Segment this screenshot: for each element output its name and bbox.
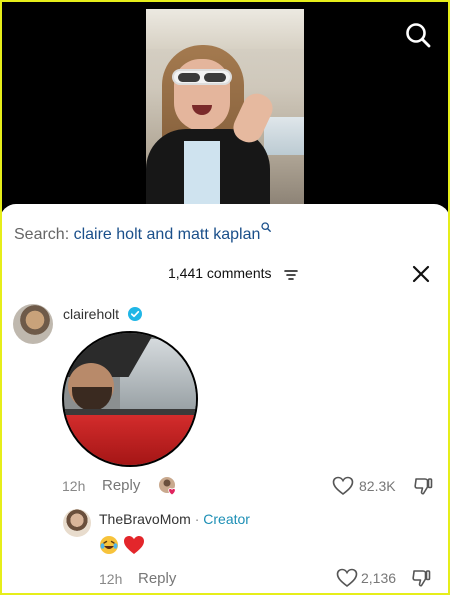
liked-by-creator-icon — [159, 477, 176, 496]
sticker-car-body — [64, 415, 196, 465]
close-icon[interactable] — [412, 265, 430, 283]
comment-time: 12h — [62, 478, 86, 494]
comment-username[interactable]: claireholt — [63, 306, 119, 322]
heart-icon[interactable] — [332, 476, 354, 496]
like-count: 82.3K — [359, 478, 396, 494]
video-sunroof — [146, 9, 304, 49]
sort-icon[interactable] — [284, 269, 298, 281]
dislike-icon[interactable] — [411, 568, 431, 588]
search-suggestion-icon — [261, 222, 272, 232]
comments-count: 1,441 comments — [168, 265, 272, 281]
comments-header: 1,441 comments — [0, 264, 450, 286]
video-player[interactable] — [146, 9, 304, 205]
search-icon[interactable] — [405, 22, 431, 48]
avatar[interactable] — [13, 304, 53, 344]
reply-time: 12h — [99, 571, 123, 587]
comment-sticker-image[interactable] — [62, 331, 198, 467]
laughing-tears-emoji-icon — [100, 536, 118, 554]
search-suggestion[interactable]: Search: claire holt and matt kaplan — [14, 222, 272, 244]
reply-author: TheBravoMom · Creator — [99, 511, 250, 527]
red-heart-emoji-icon — [124, 536, 145, 554]
search-query-link[interactable]: claire holt and matt kaplan — [74, 226, 261, 243]
sticker-person-beard — [72, 387, 112, 411]
reply-button[interactable]: Reply — [138, 570, 176, 587]
video-person-shirt — [184, 141, 220, 205]
search-prefix: Search: — [14, 226, 70, 243]
like-count: 2,136 — [361, 570, 397, 586]
video-area — [0, 0, 450, 215]
dislike-icon[interactable] — [413, 476, 433, 496]
avatar[interactable] — [63, 509, 91, 537]
creator-badge: Creator — [203, 511, 250, 527]
heart-icon[interactable] — [336, 568, 358, 588]
video-person-sunglasses — [172, 69, 232, 85]
reply-username[interactable]: TheBravoMom — [99, 511, 191, 527]
comments-sheet: Search: claire holt and matt kaplan 1,44… — [0, 204, 450, 595]
reply-emojis — [99, 535, 145, 557]
verified-badge-icon — [128, 307, 142, 321]
reply-button[interactable]: Reply — [102, 477, 140, 494]
video-car-window — [264, 117, 304, 155]
separator-dot: · — [194, 511, 200, 527]
